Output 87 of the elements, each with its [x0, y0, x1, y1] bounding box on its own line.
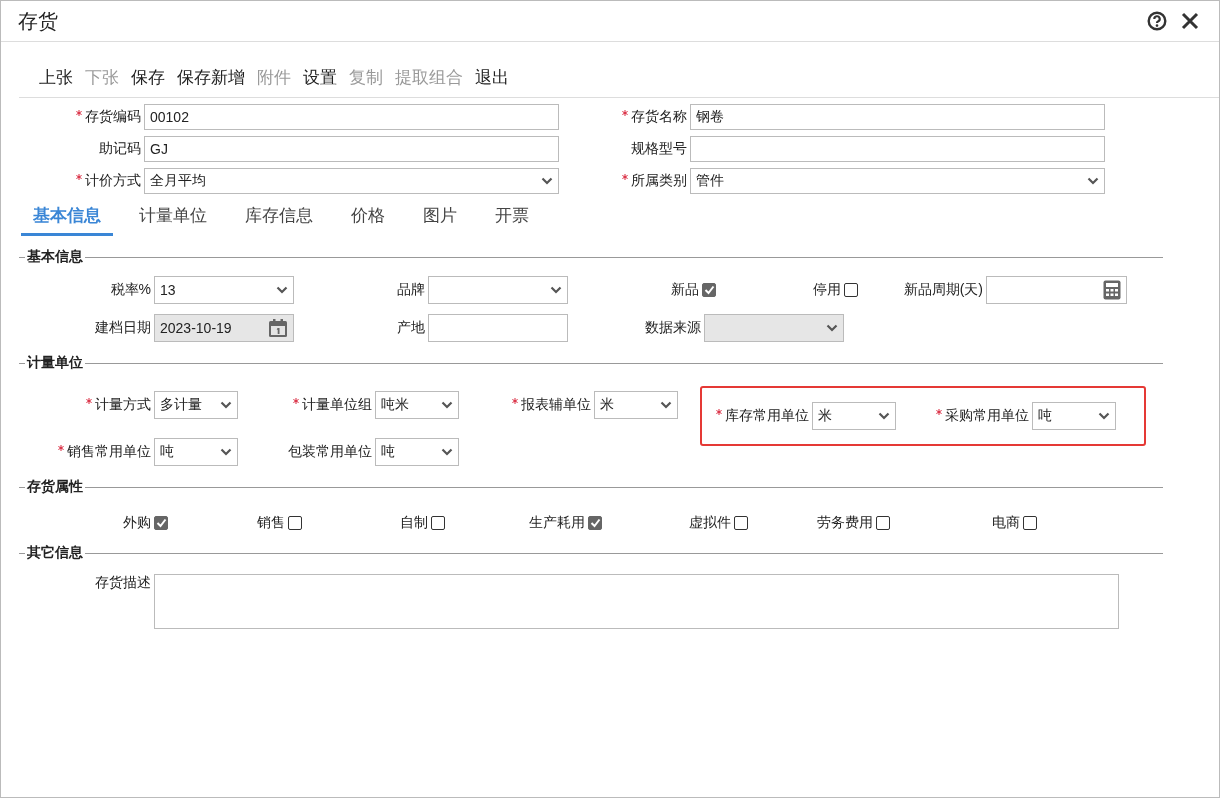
dropdown[interactable]: 米: [594, 391, 678, 419]
dropdown[interactable]: 吨: [1032, 402, 1116, 430]
tab[interactable]: 计量单位: [127, 202, 219, 236]
field-label: 新品: [671, 281, 699, 299]
toolbar-button[interactable]: 保存: [131, 66, 165, 89]
tab[interactable]: 基本信息: [21, 202, 113, 236]
field-label: 存货名称: [631, 108, 687, 126]
dropdown[interactable]: 全月平均: [144, 168, 559, 194]
field-label: 数据来源: [645, 319, 701, 337]
field-label: 自制: [400, 514, 428, 532]
field-label: 生产耗用: [529, 514, 585, 532]
dropdown[interactable]: 多计量: [154, 391, 238, 419]
chevron-down-icon: [660, 401, 672, 409]
field-label: 存货编码: [85, 108, 141, 126]
text-field[interactable]: 00102: [144, 104, 559, 130]
chevron-down-icon: [826, 324, 838, 332]
window-title: 存货: [18, 8, 58, 34]
text-field[interactable]: GJ: [144, 136, 559, 162]
field-label: 劳务费用: [817, 514, 873, 532]
text-field[interactable]: [428, 314, 568, 342]
chevron-down-icon: [220, 401, 232, 409]
checkbox[interactable]: [844, 283, 858, 297]
dropdown[interactable]: 吨: [154, 438, 238, 466]
dropdown[interactable]: 13: [154, 276, 294, 304]
field-label: 品牌: [397, 281, 425, 299]
checkbox[interactable]: [288, 516, 302, 530]
field-label: 虚拟件: [689, 514, 731, 532]
toolbar-button[interactable]: 设置: [303, 66, 337, 89]
field-label: 计量方式: [95, 396, 151, 414]
checkbox[interactable]: [588, 516, 602, 530]
field-label: 采购常用单位: [945, 407, 1029, 425]
field-label: 包装常用单位: [288, 443, 372, 461]
field-label: 所属类别: [631, 172, 687, 190]
field-label: 报表辅单位: [521, 396, 591, 414]
field-label: 存货描述: [95, 574, 151, 592]
chevron-down-icon: [441, 448, 453, 456]
checkbox[interactable]: [431, 516, 445, 530]
dropdown[interactable]: 管件: [690, 168, 1105, 194]
toolbar-button[interactable]: 退出: [475, 66, 509, 89]
field-label: 建档日期: [95, 319, 151, 337]
calculator-icon[interactable]: [1103, 280, 1121, 300]
field-label: 产地: [397, 319, 425, 337]
field-label: 销售: [257, 514, 285, 532]
chevron-down-icon: [1087, 177, 1099, 185]
tab[interactable]: 库存信息: [233, 202, 325, 236]
section-title: 存货属性: [27, 478, 83, 496]
toolbar-button[interactable]: 保存新增: [177, 66, 245, 89]
chevron-down-icon: [441, 401, 453, 409]
field-label: 助记码: [99, 140, 141, 158]
checkbox[interactable]: [702, 283, 716, 297]
checkbox[interactable]: [734, 516, 748, 530]
section-title: 其它信息: [27, 544, 83, 562]
tab[interactable]: 价格: [339, 202, 397, 236]
tab[interactable]: 开票: [483, 202, 541, 236]
close-icon[interactable]: [1181, 12, 1199, 30]
field-label: 销售常用单位: [67, 443, 151, 461]
chevron-down-icon: [276, 286, 288, 294]
checkbox[interactable]: [154, 516, 168, 530]
dropdown[interactable]: 吨米: [375, 391, 459, 419]
checkbox[interactable]: [876, 516, 890, 530]
chevron-down-icon: [550, 286, 562, 294]
calendar-icon[interactable]: [268, 318, 288, 338]
field-label: 计量单位组: [302, 396, 372, 414]
chevron-down-icon: [878, 412, 890, 420]
field-label: 新品周期(天): [903, 281, 983, 299]
number-field[interactable]: [986, 276, 1127, 304]
dropdown[interactable]: 吨: [375, 438, 459, 466]
toolbar-button[interactable]: 上张: [39, 66, 73, 89]
date-field[interactable]: 2023-10-19: [154, 314, 294, 342]
field-label: 税率%: [110, 281, 151, 299]
text-field[interactable]: [690, 136, 1105, 162]
field-label: 规格型号: [631, 140, 687, 158]
chevron-down-icon: [1098, 412, 1110, 420]
dropdown[interactable]: 米: [812, 402, 896, 430]
tab[interactable]: 图片: [411, 202, 469, 236]
field-label: 外购: [123, 514, 151, 532]
chevron-down-icon: [220, 448, 232, 456]
field-label: 库存常用单位: [725, 407, 809, 425]
chevron-down-icon: [541, 177, 553, 185]
help-icon[interactable]: [1147, 11, 1167, 31]
text-field[interactable]: 钢卷: [690, 104, 1105, 130]
section-title: 计量单位: [27, 354, 83, 372]
field-label: 停用: [813, 281, 841, 299]
checkbox[interactable]: [1023, 516, 1037, 530]
field-label: 电商: [992, 514, 1020, 532]
field-label: 计价方式: [85, 172, 141, 190]
section-title: 基本信息: [27, 248, 83, 266]
